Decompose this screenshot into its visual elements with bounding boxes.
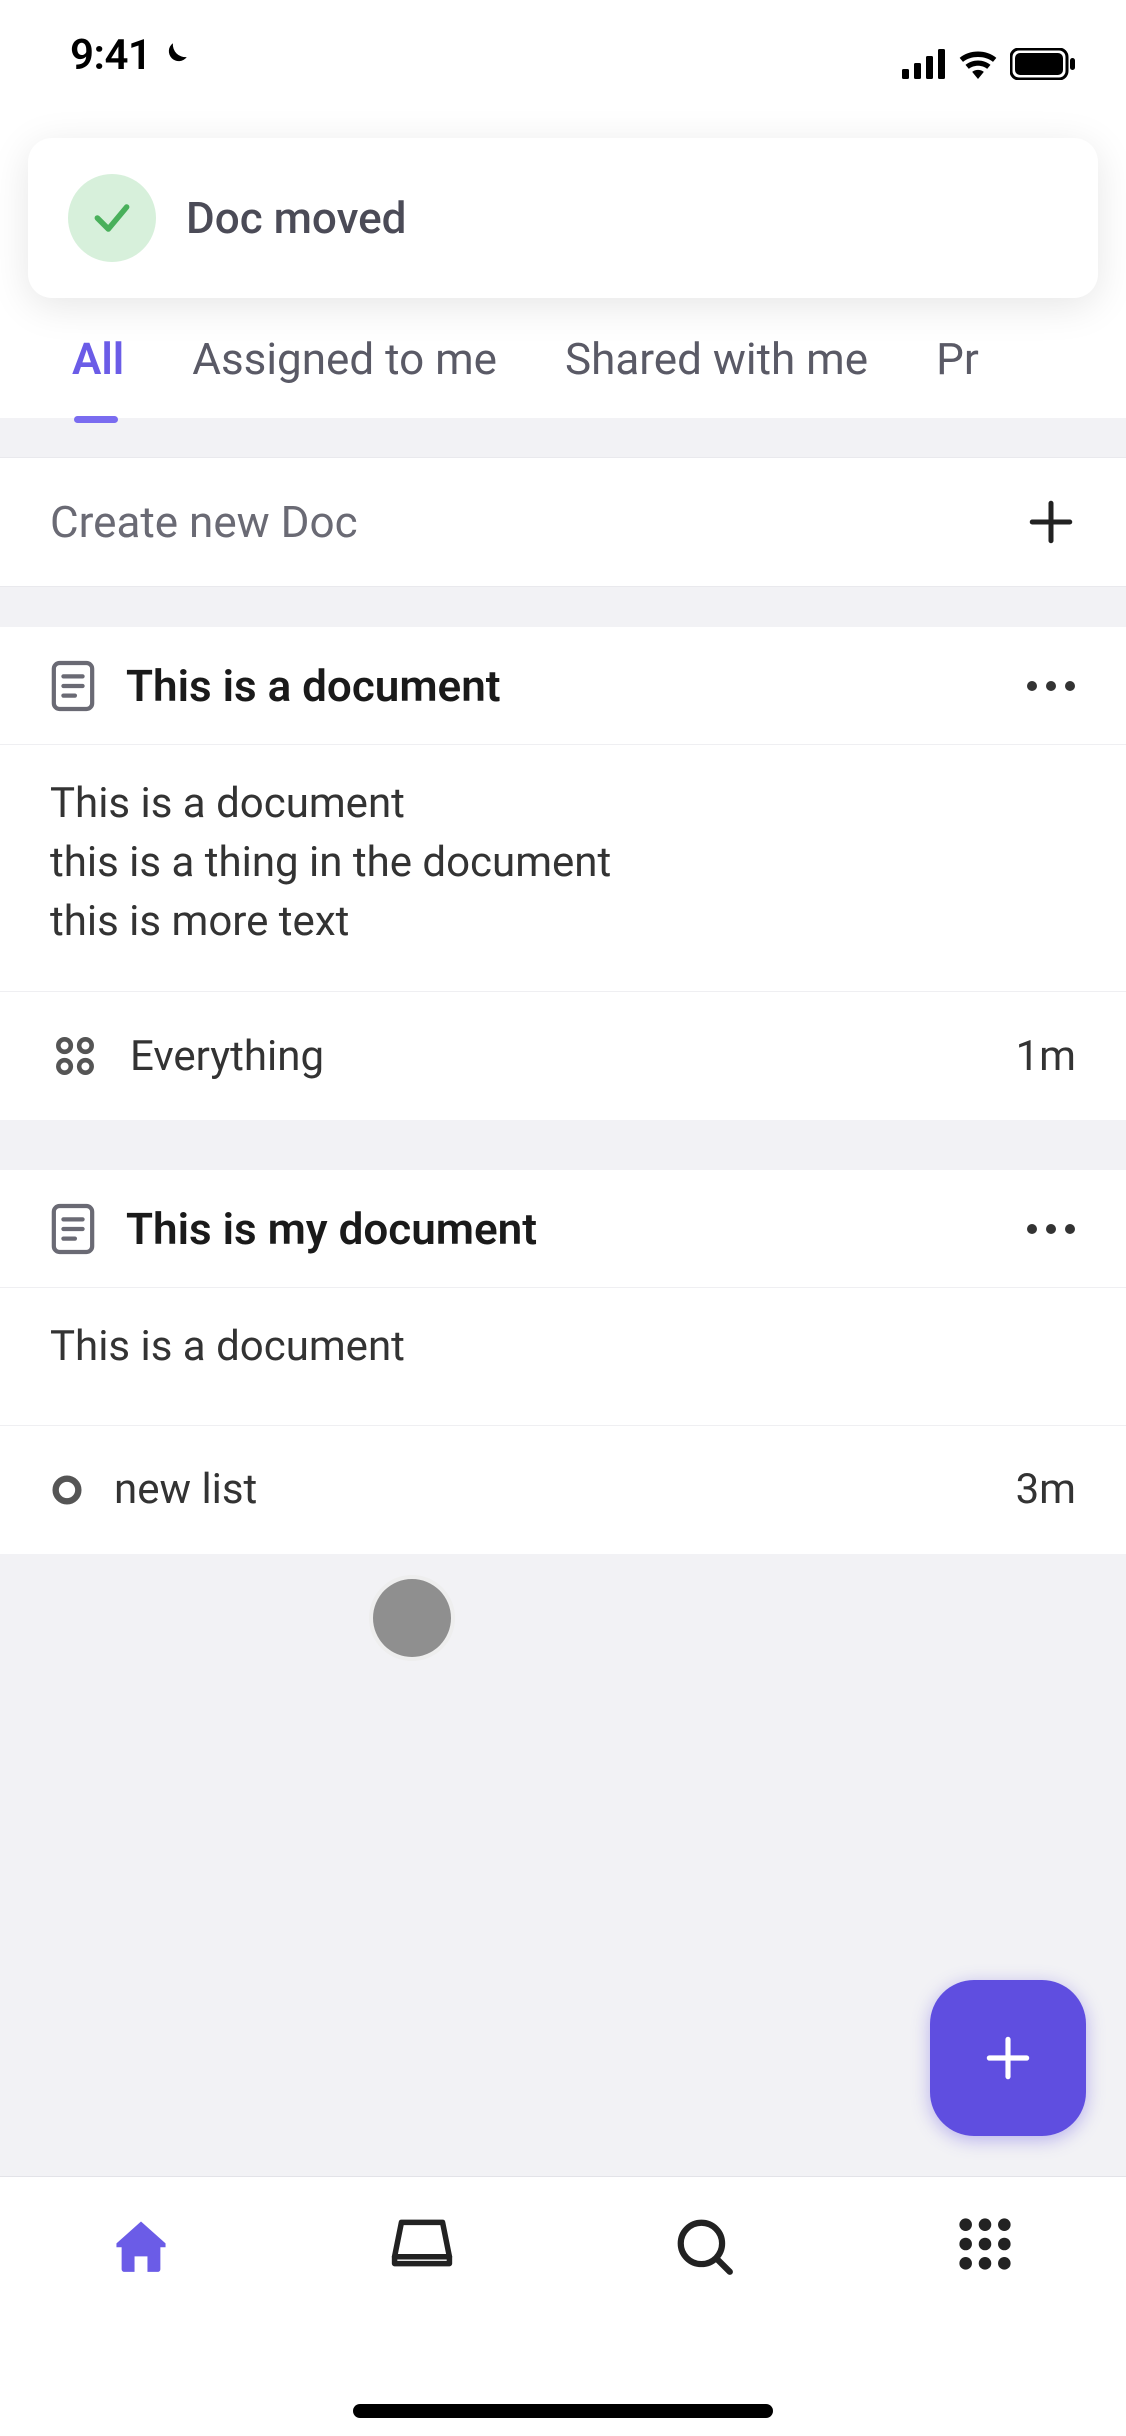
check-icon bbox=[90, 196, 134, 240]
doc-preview-line: this is a thing in the document bbox=[50, 834, 1076, 893]
success-check-badge bbox=[68, 174, 156, 262]
inbox-icon bbox=[390, 2215, 454, 2271]
doc-preview-line: This is a document bbox=[50, 775, 1076, 834]
status-time-text: 9:41 bbox=[70, 31, 151, 80]
grid-menu-icon bbox=[956, 2215, 1014, 2273]
plus-icon bbox=[980, 2030, 1036, 2086]
circle-outline-icon bbox=[50, 1473, 84, 1507]
nav-more[interactable] bbox=[895, 2215, 1075, 2273]
bottom-nav bbox=[0, 2176, 1126, 2436]
doc-title: This is my document bbox=[126, 1203, 537, 1255]
nav-inbox[interactable] bbox=[332, 2215, 512, 2271]
home-icon bbox=[110, 2215, 172, 2277]
toast-notification[interactable]: Doc moved bbox=[28, 138, 1098, 298]
battery-icon bbox=[1010, 48, 1076, 80]
more-icon[interactable] bbox=[1026, 1223, 1076, 1235]
tab-private[interactable]: Pr bbox=[936, 333, 979, 399]
tab-shared-with-me[interactable]: Shared with me bbox=[565, 333, 868, 399]
doc-preview-line: This is a document bbox=[50, 1318, 1076, 1377]
cellular-icon bbox=[902, 49, 946, 79]
create-fab[interactable] bbox=[930, 1980, 1086, 2136]
nav-home[interactable] bbox=[51, 2215, 231, 2277]
status-time: 9:41 bbox=[70, 31, 191, 80]
nav-search[interactable] bbox=[614, 2215, 794, 2277]
status-icons bbox=[902, 48, 1076, 80]
doc-header: This is my document bbox=[0, 1170, 1126, 1288]
doc-location-wrap[interactable]: new list bbox=[50, 1465, 257, 1514]
toast-message: Doc moved bbox=[186, 192, 406, 244]
grid-dots-icon bbox=[50, 1031, 100, 1081]
doc-header: This is a document bbox=[0, 627, 1126, 745]
tab-all[interactable]: All bbox=[72, 333, 124, 399]
filter-tabs: All Assigned to me Shared with me Pr bbox=[0, 314, 1126, 418]
doc-header-left: This is a document bbox=[50, 659, 501, 713]
touch-indicator bbox=[369, 1575, 455, 1661]
create-new-doc-row[interactable]: Create new Doc bbox=[0, 457, 1126, 587]
doc-header-left: This is my document bbox=[50, 1202, 537, 1256]
plus-icon bbox=[1026, 497, 1076, 547]
doc-time: 1m bbox=[1016, 1032, 1076, 1081]
search-icon bbox=[673, 2215, 735, 2277]
document-icon bbox=[50, 1202, 96, 1256]
doc-location: new list bbox=[114, 1465, 257, 1514]
create-new-doc-label: Create new Doc bbox=[50, 496, 358, 548]
more-icon[interactable] bbox=[1026, 680, 1076, 692]
doc-footer: Everything 1m bbox=[0, 992, 1126, 1120]
tab-assigned-to-me[interactable]: Assigned to me bbox=[192, 333, 497, 399]
wifi-icon bbox=[958, 49, 998, 79]
home-indicator[interactable] bbox=[353, 2404, 773, 2418]
doc-location-wrap[interactable]: Everything bbox=[50, 1031, 324, 1081]
doc-preview: This is a document this is a thing in th… bbox=[0, 745, 1126, 992]
status-bar: 9:41 bbox=[0, 0, 1126, 95]
doc-time: 3m bbox=[1016, 1465, 1076, 1514]
document-icon bbox=[50, 659, 96, 713]
doc-preview-line: this is more text bbox=[50, 893, 1076, 952]
doc-location: Everything bbox=[130, 1032, 324, 1081]
doc-footer: new list 3m bbox=[0, 1426, 1126, 1554]
moon-icon bbox=[157, 39, 191, 73]
doc-list-item[interactable]: This is my document This is a document n… bbox=[0, 1170, 1126, 1554]
doc-preview: This is a document bbox=[0, 1288, 1126, 1426]
doc-title: This is a document bbox=[126, 660, 501, 712]
doc-list-item[interactable]: This is a document This is a document th… bbox=[0, 627, 1126, 1120]
